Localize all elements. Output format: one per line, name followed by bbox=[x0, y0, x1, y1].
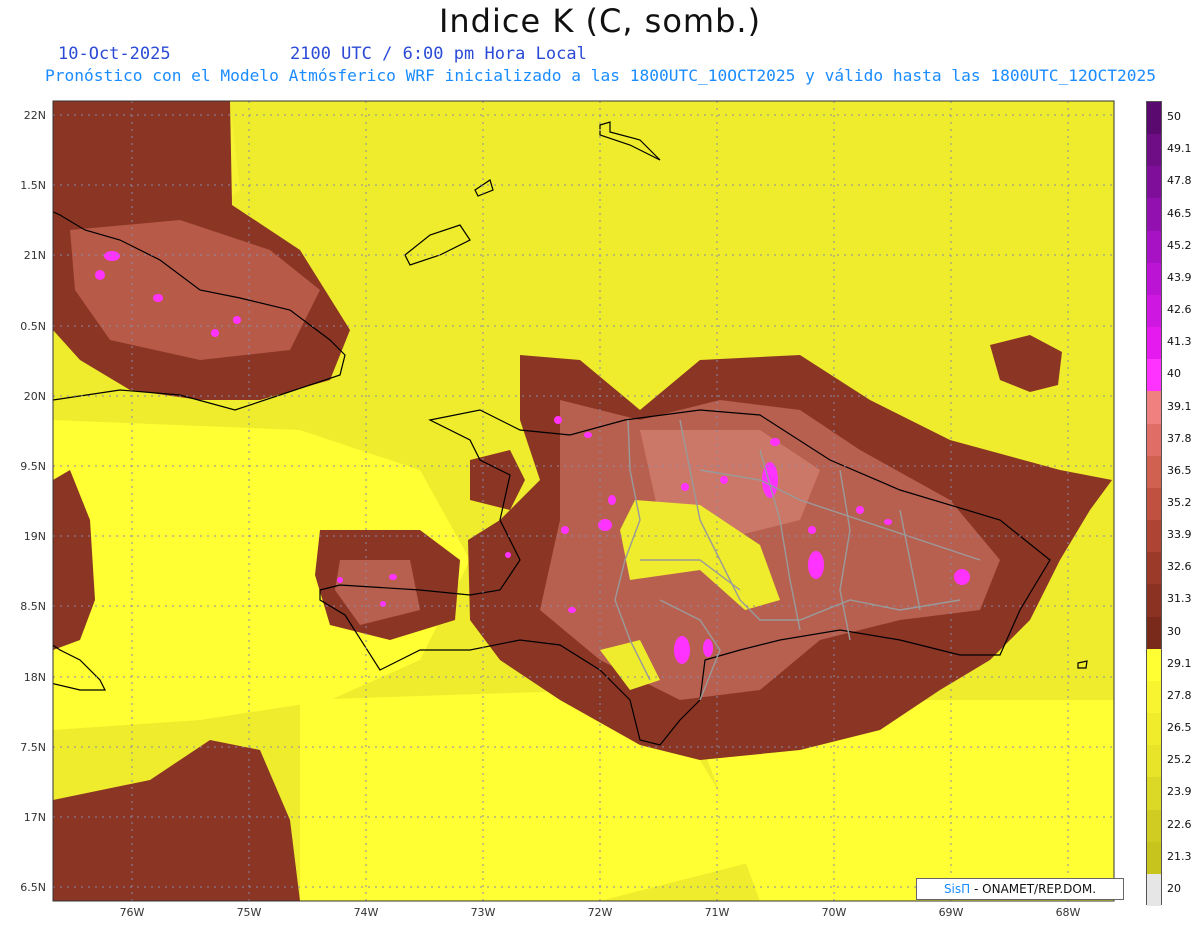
color-scale-label: 22.6 bbox=[1167, 817, 1192, 831]
lon-label: 76W bbox=[120, 906, 145, 919]
color-scale-swatch bbox=[1147, 873, 1161, 907]
color-scale-swatch bbox=[1147, 102, 1161, 135]
color-scale-label: 50 bbox=[1167, 110, 1181, 124]
color-scale-label: 49.1 bbox=[1167, 142, 1192, 156]
lon-label: 72W bbox=[588, 906, 613, 919]
lat-label: 6.5N bbox=[20, 881, 46, 894]
color-scale-swatch bbox=[1147, 359, 1161, 392]
color-scale-swatch bbox=[1147, 230, 1161, 264]
color-scale-label: 35.2 bbox=[1167, 496, 1192, 509]
color-scale-label: 40 bbox=[1167, 367, 1181, 381]
lat-label: 21N bbox=[24, 249, 46, 262]
lon-axis: 76W 75W 74W 73W 72W 71W 70W 69W 68W bbox=[120, 906, 1081, 919]
lon-label: 70W bbox=[822, 906, 847, 919]
color-scale-label: 30 bbox=[1167, 624, 1181, 638]
lat-label: 18N bbox=[24, 671, 46, 684]
lon-label: 74W bbox=[354, 906, 379, 919]
color-scale-label: 21.3 bbox=[1167, 849, 1192, 863]
color-scale-swatch bbox=[1147, 648, 1161, 682]
color-scale-swatch bbox=[1147, 841, 1161, 875]
lon-label: 69W bbox=[939, 906, 964, 919]
color-scale-swatch bbox=[1147, 680, 1161, 714]
color-scale-swatch bbox=[1147, 166, 1161, 199]
color-scale-label: 31.3 bbox=[1167, 592, 1192, 606]
color-scale-label: 25.2 bbox=[1167, 753, 1192, 767]
color-scale-label: 47.8 bbox=[1167, 174, 1192, 188]
color-scale-swatch bbox=[1147, 487, 1161, 521]
color-scale-swatch bbox=[1147, 713, 1161, 746]
color-scale-swatch bbox=[1147, 809, 1161, 843]
color-scale-label: 43.9 bbox=[1167, 270, 1192, 284]
color-scale-label: 42.6 bbox=[1167, 303, 1192, 317]
color-scale-label: 32.6 bbox=[1167, 560, 1192, 574]
color-scale-label: 20 bbox=[1167, 881, 1181, 895]
color-scale-swatch bbox=[1147, 391, 1161, 425]
credit-box: SisΠ - ONAMET/REP.DOM. bbox=[916, 878, 1124, 900]
lat-label: 19N bbox=[24, 530, 46, 543]
color-scale-label: 23.9 bbox=[1167, 785, 1192, 799]
color-scale-swatch bbox=[1147, 294, 1161, 328]
lat-label: 9.5N bbox=[20, 460, 46, 473]
color-scale-swatch bbox=[1147, 198, 1161, 232]
color-scale-label: 26.5 bbox=[1167, 721, 1192, 735]
color-scale-swatch bbox=[1147, 584, 1161, 618]
color-scale-swatch bbox=[1147, 327, 1161, 360]
lat-label: 7.5N bbox=[20, 741, 46, 754]
lon-label: 71W bbox=[705, 906, 730, 919]
color-scale-swatch bbox=[1147, 552, 1161, 585]
color-scale-label: 45.2 bbox=[1167, 238, 1192, 252]
color-scale-label: 29.1 bbox=[1167, 656, 1192, 670]
lat-label: 8.5N bbox=[20, 600, 46, 613]
color-scale-swatch bbox=[1147, 616, 1161, 650]
color-scale-label: 27.8 bbox=[1167, 688, 1192, 702]
lat-label: 22N bbox=[24, 109, 46, 122]
color-scale-swatch bbox=[1147, 455, 1161, 489]
color-scale-bar bbox=[1146, 101, 1162, 907]
color-scale-label: 41.3 bbox=[1167, 335, 1192, 349]
color-scale-swatch bbox=[1147, 777, 1161, 811]
color-scale-swatch bbox=[1147, 262, 1161, 296]
color-scale-swatch bbox=[1147, 520, 1161, 553]
brand-logo: SisΠ bbox=[943, 882, 971, 896]
color-scale-label: 37.8 bbox=[1167, 431, 1192, 445]
lat-label: 0.5N bbox=[20, 320, 46, 333]
color-scale-swatch bbox=[1147, 423, 1161, 457]
credit-text: - ONAMET/REP.DOM. bbox=[974, 882, 1097, 896]
lon-label: 68W bbox=[1056, 906, 1081, 919]
k-index-map: 22N 1.5N 21N 0.5N 20N 9.5N 19N 8.5N 18N … bbox=[20, 100, 1115, 919]
lat-label: 1.5N bbox=[20, 179, 46, 192]
color-scale-label: 36.5 bbox=[1167, 463, 1192, 477]
color-scale-swatch bbox=[1147, 134, 1161, 167]
color-scale-swatch bbox=[1147, 745, 1161, 778]
color-scale-label: 46.5 bbox=[1167, 206, 1192, 220]
lat-axis: 22N 1.5N 21N 0.5N 20N 9.5N 19N 8.5N 18N … bbox=[20, 109, 46, 894]
lat-label: 17N bbox=[24, 811, 46, 824]
lon-label: 75W bbox=[237, 906, 262, 919]
color-scale-label: 33.9 bbox=[1167, 528, 1192, 542]
color-scale-label: 39.1 bbox=[1167, 399, 1192, 413]
lat-label: 20N bbox=[24, 390, 46, 403]
lon-label: 73W bbox=[471, 906, 496, 919]
